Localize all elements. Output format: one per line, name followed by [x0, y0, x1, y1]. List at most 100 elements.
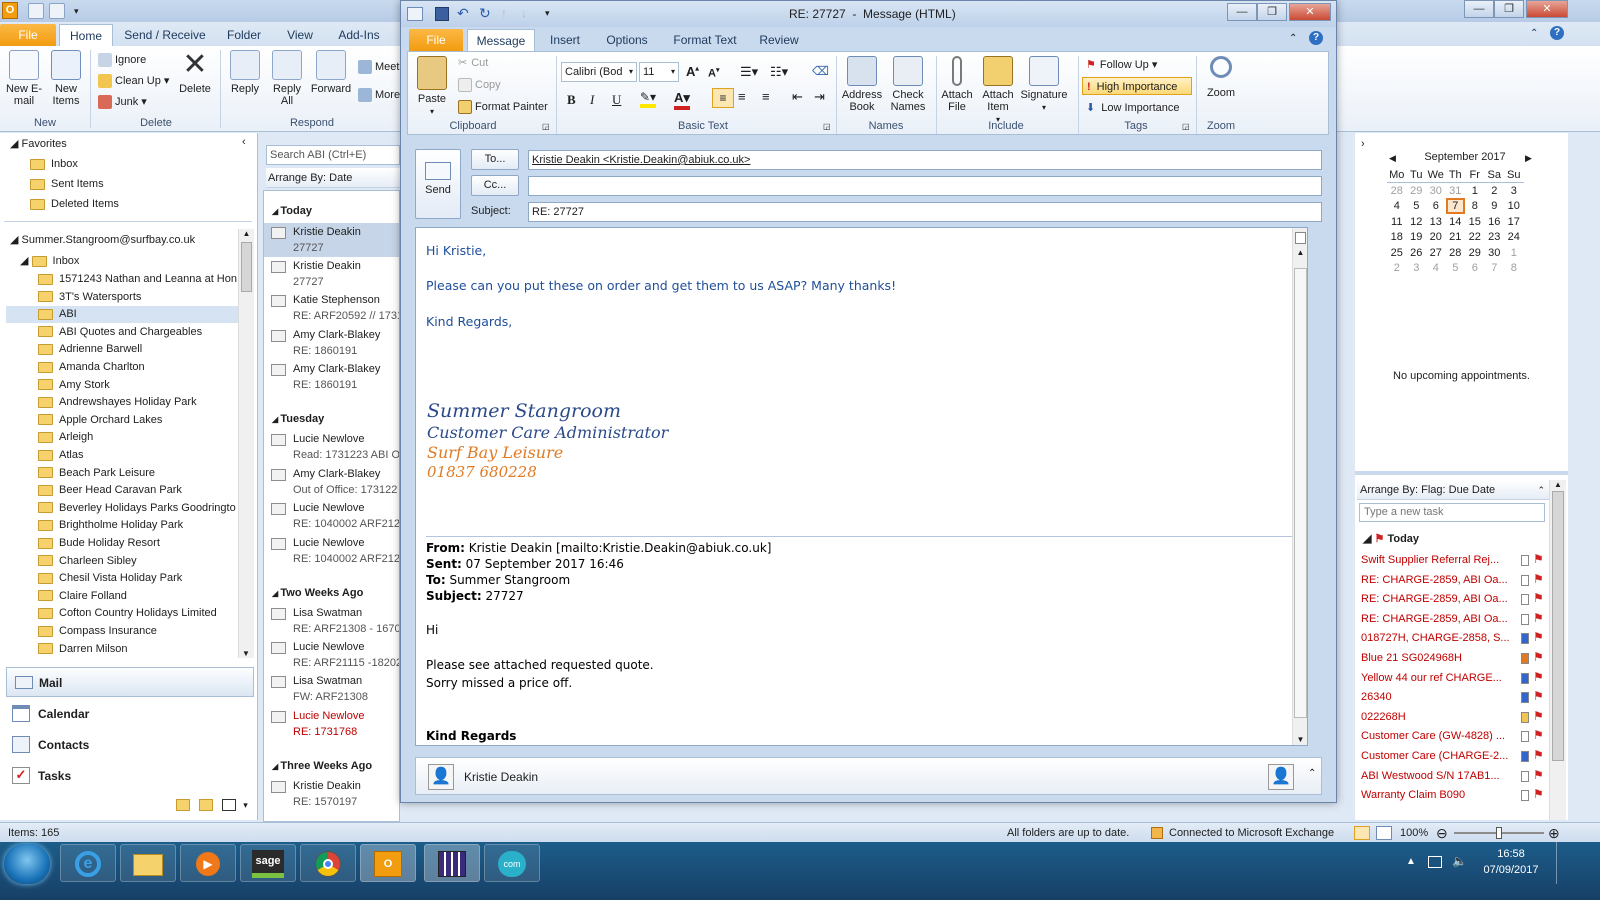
favorites-header[interactable]: ◢ Favorites [10, 136, 67, 153]
category-icon[interactable] [1521, 633, 1529, 645]
attach-file-button[interactable]: Attach File [938, 56, 976, 113]
main-maximize-button[interactable]: ❐ [1494, 0, 1524, 18]
red-flag-icon[interactable]: ⚑ [1533, 611, 1544, 625]
task-item[interactable]: Yellow 44 our ref CHARGE... [1361, 669, 1521, 688]
message-list-item[interactable]: Amy Clark-Blakey RE: 1860191 [264, 326, 399, 360]
folder-item[interactable]: 1571243 Nathan and Leanna at Hon [6, 271, 238, 288]
folder-item[interactable]: Brightholme Holiday Park [6, 517, 238, 534]
message-maximize-button[interactable]: ❐ [1257, 3, 1287, 21]
align-left-icon[interactable]: ≡ [712, 88, 734, 108]
windows-start-icon[interactable] [4, 844, 50, 884]
dialog-launcher-icon[interactable]: ◲ [823, 122, 831, 131]
message-app-icon[interactable] [407, 7, 423, 21]
message-body[interactable]: Hi Kristie, Please can you put these on … [415, 227, 1308, 746]
chrome-icon[interactable] [300, 844, 356, 882]
folder-item[interactable]: Beer Head Caravan Park [6, 482, 238, 499]
send-button[interactable]: Send [415, 149, 461, 219]
calendar-day[interactable]: 13 [1426, 214, 1446, 230]
calendar-day[interactable]: 26 [1407, 245, 1427, 261]
msg-tab-review[interactable]: Review [753, 29, 805, 51]
calendar-day[interactable]: 31 [1446, 183, 1466, 199]
msg-tab-message[interactable]: Message [467, 29, 535, 51]
signature-button[interactable]: Signature ▾ [1020, 56, 1068, 114]
task-item[interactable]: Customer Care (GW-4828) ... [1361, 727, 1521, 746]
msg-help-icon[interactable]: ? [1309, 31, 1323, 45]
category-icon[interactable] [1521, 692, 1529, 704]
red-flag-icon[interactable]: ⚑ [1533, 787, 1544, 801]
main-help-icon[interactable]: ? [1550, 26, 1564, 40]
body-scrollbar[interactable]: ▲ ▼ [1292, 228, 1307, 745]
category-icon[interactable] [1521, 594, 1529, 606]
high-importance-button[interactable]: ! High Importance [1082, 77, 1192, 95]
category-icon[interactable] [1521, 672, 1529, 684]
forward-button[interactable]: Forward [309, 50, 353, 95]
task-item[interactable]: RE: CHARGE-2859, ABI Oa... [1361, 590, 1521, 609]
red-flag-icon[interactable]: ⚑ [1533, 689, 1544, 703]
folder-item[interactable]: ABI [6, 306, 238, 324]
arrange-by-date[interactable]: Arrange By: Date [266, 168, 400, 188]
calendar-day[interactable]: 1 [1465, 183, 1485, 199]
category-icon[interactable] [1521, 790, 1529, 802]
calendar-day[interactable]: 11 [1387, 214, 1407, 230]
volume-icon[interactable]: 🔈 [1452, 854, 1467, 868]
undo-quick-icon[interactable] [49, 3, 65, 19]
to-button[interactable]: To... [471, 149, 519, 170]
clock-time[interactable]: 16:58 [1480, 848, 1542, 860]
font-name-select[interactable]: Calibri (Bod ▾ [561, 62, 637, 82]
account-header[interactable]: ◢ Summer.Stangroom@surfbay.co.uk [10, 232, 195, 249]
delete-button[interactable]: ✕ Delete [175, 50, 215, 96]
task-today-header[interactable]: ◢ ⚑ Today [1363, 532, 1419, 545]
decrease-indent-icon[interactable]: ⇤ [792, 89, 803, 105]
meeting-button[interactable]: Meet [358, 58, 399, 76]
red-flag-icon[interactable]: ⚑ [1533, 591, 1544, 605]
message-list-item[interactable]: Kristie Deakin 27727 [264, 257, 399, 291]
notes-icon[interactable] [176, 799, 190, 812]
nav-calendar[interactable]: Calendar [6, 699, 254, 729]
new-task-input[interactable]: Type a new task [1359, 503, 1545, 522]
message-list-item[interactable]: Lucie Newlove RE: 1040002 ARF2121 [264, 534, 399, 568]
msg-tab-file[interactable]: File [409, 29, 463, 51]
calendar-day[interactable]: 5 [1407, 198, 1427, 214]
message-list-item[interactable]: Amy Clark-Blakey RE: 1860191 [264, 360, 399, 394]
category-icon[interactable] [1521, 770, 1529, 782]
calendar-day[interactable]: 2 [1387, 261, 1407, 277]
folder-item[interactable]: Chesil Vista Holiday Park [6, 570, 238, 587]
task-item[interactable]: 022268H [1361, 708, 1521, 727]
send-receive-quick-icon[interactable] [28, 3, 44, 19]
grow-font-icon[interactable]: A▴ [686, 64, 699, 79]
ignore-button[interactable]: Ignore [98, 51, 146, 69]
calendar-day[interactable]: 20 [1426, 229, 1446, 245]
calendar-day[interactable]: 3 [1504, 183, 1524, 199]
folder-item[interactable]: Beverley Holidays Parks Goodringto [6, 500, 238, 517]
scroll-up-icon[interactable]: ▲ [239, 229, 254, 238]
message-list-item[interactable]: Lucie Newlove RE: ARF21115 -182029 [264, 638, 399, 672]
calendar-day[interactable]: 28 [1387, 183, 1407, 199]
calendar-day[interactable]: 30 [1426, 183, 1446, 199]
calendar-day[interactable]: 6 [1465, 261, 1485, 277]
calendar-day[interactable]: 14 [1446, 214, 1466, 230]
scroll-thumb[interactable] [1552, 491, 1564, 761]
message-list-item[interactable]: Kristie Deakin 27727 [264, 223, 399, 257]
new-items-button[interactable]: New Items [46, 50, 86, 107]
calendar-day[interactable]: 25 [1387, 245, 1407, 261]
folder-item[interactable]: Cofton Country Holidays Limited [6, 605, 238, 622]
calendar-day[interactable]: 12 [1407, 214, 1427, 230]
message-group-header[interactable]: ◢ Two Weeks Ago [272, 587, 363, 599]
main-close-button[interactable]: ✕ [1526, 0, 1568, 18]
folder-item[interactable]: Beach Park Leisure [6, 465, 238, 482]
low-importance-button[interactable]: ⬇ Low Importance [1086, 99, 1179, 117]
cc-field[interactable] [528, 176, 1322, 196]
align-right-icon[interactable]: ≡ [762, 89, 770, 104]
reading-view-icon[interactable] [1376, 826, 1392, 840]
paste-button[interactable]: Paste ▾ [412, 56, 452, 118]
tab-view[interactable]: View [280, 24, 320, 46]
network-icon[interactable] [1428, 856, 1442, 868]
calendar-day[interactable]: 15 [1465, 214, 1485, 230]
message-list-item[interactable]: Lisa Swatman RE: ARF21308 - 16705 [264, 604, 399, 638]
bold-icon[interactable]: B [567, 92, 576, 108]
dialog-launcher-icon[interactable]: ◲ [1182, 122, 1190, 131]
folder-item[interactable]: Bude Holiday Resort [6, 535, 238, 552]
folder-list-icon[interactable] [199, 799, 214, 812]
zoom-slider-thumb[interactable] [1496, 827, 1502, 839]
task-item[interactable]: Swift Supplier Referral Rej... [1361, 551, 1521, 570]
